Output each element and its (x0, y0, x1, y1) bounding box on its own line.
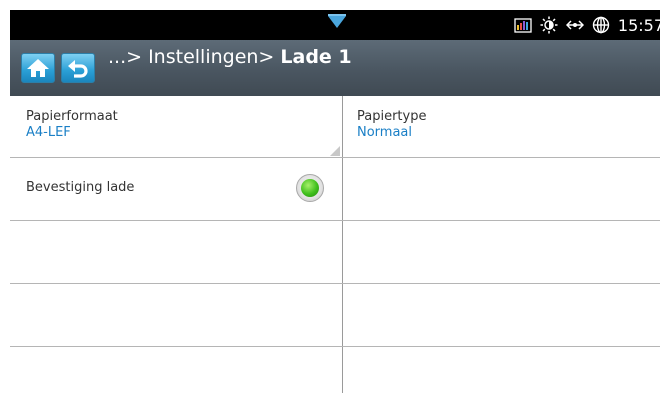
row-divider (10, 346, 660, 347)
settings-grid: Papierformaat A4-LEF Papiertype Normaal … (10, 96, 660, 393)
tray-confirmation-label: Bevestiging lade (26, 180, 135, 195)
navigation-bar: ...> Instellingen> Lade 1 (10, 40, 660, 96)
status-indicator-icon (301, 179, 319, 197)
paper-type-value: Normaal (357, 125, 413, 140)
back-icon (68, 60, 88, 78)
home-button[interactable] (21, 53, 55, 83)
paper-type-setting[interactable]: Papiertype Normaal (343, 96, 660, 157)
row-divider (10, 220, 660, 221)
status-icons: 15:57 (514, 10, 660, 40)
tray-confirmation-toggle[interactable] (296, 174, 324, 202)
paper-size-label: Papierformaat (26, 109, 118, 124)
globe-icon (592, 16, 610, 34)
row-divider (10, 283, 660, 284)
breadcrumb-path: ...> Instellingen> (108, 46, 281, 68)
dropdown-corner-icon (330, 146, 340, 156)
breadcrumb: ...> Instellingen> Lade 1 (108, 46, 352, 68)
network-icon (565, 20, 584, 30)
back-button[interactable] (61, 53, 95, 83)
brightness-icon (540, 16, 558, 34)
paper-type-label: Papiertype (357, 109, 427, 124)
clock: 15:57 (617, 15, 660, 35)
paper-size-setting[interactable]: Papierformaat A4-LEF (10, 96, 342, 157)
status-bar: 15:57 (10, 10, 660, 40)
home-icon (27, 59, 49, 77)
notification-arrow-icon[interactable] (326, 14, 348, 30)
breadcrumb-current: Lade 1 (280, 46, 352, 68)
paper-size-value: A4-LEF (26, 125, 71, 140)
tray-confirmation-setting[interactable]: Bevestiging lade (10, 158, 342, 220)
signal-bars-icon (514, 18, 532, 33)
